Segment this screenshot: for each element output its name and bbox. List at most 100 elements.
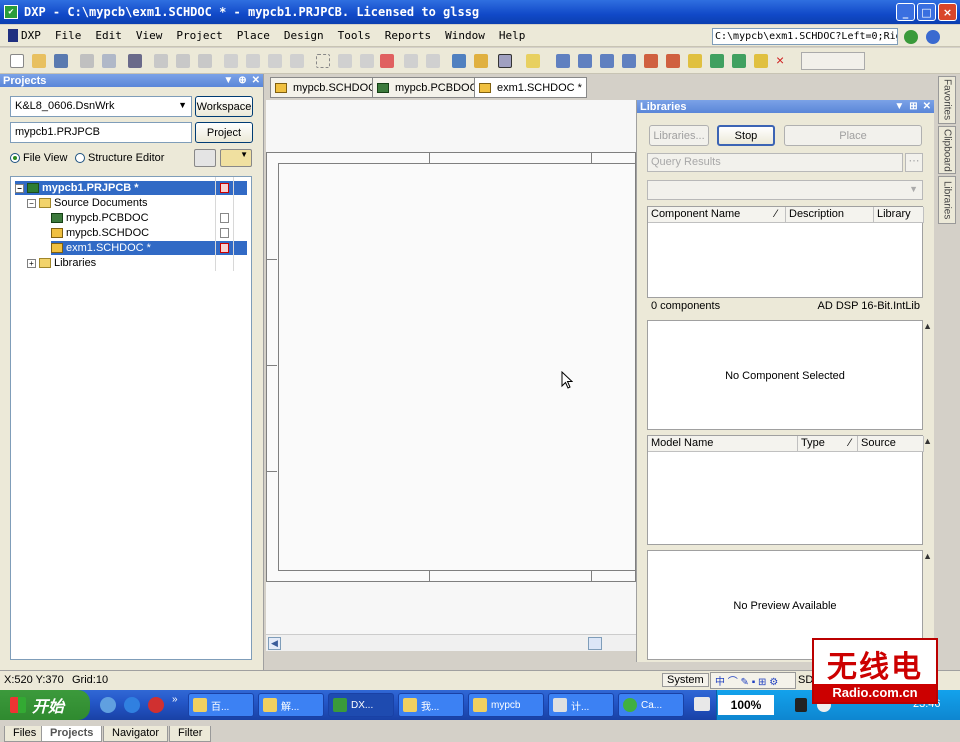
tab-clipboard[interactable]: Clipboard — [938, 126, 956, 174]
pin-icon[interactable]: ⊞ — [909, 101, 917, 112]
zoom-fit-icon[interactable] — [154, 54, 168, 68]
clear-filter-icon[interactable] — [380, 54, 394, 68]
menu-reports[interactable]: Reports — [378, 29, 438, 42]
ground-icon[interactable] — [644, 54, 658, 68]
menu-window[interactable]: Window — [438, 29, 492, 42]
bus-entry-icon[interactable] — [600, 54, 614, 68]
taskbar-button[interactable]: 百... — [188, 693, 254, 717]
taskbar-button[interactable]: 解... — [258, 693, 324, 717]
ime-bar[interactable]: 中 ⌒ ✎ ▪ ⊞ ⚙ — [710, 672, 796, 689]
query-results-field[interactable]: Query Results — [647, 153, 903, 172]
menu-tools[interactable]: Tools — [331, 29, 378, 42]
ie-icon[interactable] — [124, 697, 140, 713]
print-preview-icon[interactable] — [102, 54, 116, 68]
panel-menu-icon[interactable]: ▼ — [223, 75, 233, 86]
collapse-up-icon[interactable]: ▲ — [923, 436, 932, 446]
no-erc-icon[interactable]: × — [776, 53, 790, 68]
tab-exm1-schdoc[interactable]: exm1.SCHDOC * — [474, 77, 587, 98]
save-icon[interactable] — [54, 54, 68, 68]
tab-projects[interactable]: Projects — [41, 726, 103, 742]
tree-item-libraries[interactable]: + Libraries — [27, 256, 96, 270]
menu-dxp[interactable]: DXP — [0, 29, 48, 42]
tree-item-doc[interactable]: mypcb.PCBDOC — [51, 211, 149, 225]
sheet-symbol-icon[interactable] — [710, 54, 724, 68]
net-label-icon[interactable] — [622, 54, 636, 68]
collapse-up-icon[interactable]: ▲ — [923, 321, 932, 331]
print-icon[interactable] — [80, 54, 94, 68]
project-button[interactable]: Project — [195, 122, 253, 143]
back-icon[interactable] — [904, 30, 918, 44]
collapse-icon[interactable]: − — [27, 198, 36, 208]
horizontal-scrollbar[interactable]: ◀ — [266, 634, 636, 651]
structure-editor-radio[interactable]: Structure Editor — [75, 152, 164, 164]
taskbar-button[interactable]: Ca... — [618, 693, 684, 717]
tab-files[interactable]: Files — [4, 726, 46, 742]
panel-menu-icon[interactable]: ▼ — [894, 101, 904, 112]
place-button[interactable]: Place — [784, 125, 922, 146]
tab-mypcb-schdoc[interactable]: mypcb.SCHDOC — [270, 77, 382, 98]
layers-view-icon[interactable] — [194, 149, 216, 167]
tab-navigator[interactable]: Navigator — [103, 726, 169, 742]
tree-item-project[interactable]: − mypcb1.PRJPCB * — [15, 181, 247, 195]
undo-icon[interactable] — [404, 54, 418, 68]
open-icon[interactable] — [32, 54, 46, 68]
collapse-icon[interactable]: − — [15, 183, 24, 193]
wire-icon[interactable] — [556, 54, 570, 68]
quicklaunch-icon[interactable] — [100, 697, 116, 713]
menu-view[interactable]: View — [129, 29, 170, 42]
expand-icon[interactable]: + — [27, 258, 36, 268]
port-icon[interactable] — [754, 54, 768, 68]
column-type[interactable]: Type ⁄ — [798, 436, 858, 452]
file-view-radio[interactable]: File View — [10, 152, 67, 164]
hierarchy-icon[interactable] — [452, 54, 466, 68]
column-description[interactable]: Description — [786, 207, 874, 223]
maximize-button[interactable]: □ — [917, 3, 936, 21]
tray-icon[interactable] — [795, 698, 807, 712]
project-field[interactable]: mypcb1.PRJPCB — [10, 122, 192, 143]
tree-item-source-documents[interactable]: − Source Documents — [27, 196, 148, 210]
column-model-name[interactable]: Model Name — [648, 436, 798, 452]
panel-close-icon[interactable]: ✕ — [252, 75, 260, 86]
tree-item-doc[interactable]: exm1.SCHDOC * — [51, 241, 247, 255]
pin-icon[interactable]: ⊕ — [238, 75, 246, 86]
models-list[interactable]: Model Name Type ⁄ Source — [647, 435, 924, 545]
select-area-icon[interactable] — [316, 54, 330, 68]
close-button[interactable]: × — [938, 3, 957, 21]
zoom-area-icon[interactable] — [176, 54, 190, 68]
help-icon[interactable] — [526, 54, 540, 68]
start-button[interactable]: 开始 — [0, 690, 90, 720]
tree-item-doc[interactable]: mypcb.SCHDOC — [51, 226, 149, 240]
toolbar-combo[interactable] — [801, 52, 865, 70]
menu-design[interactable]: Design — [277, 29, 331, 42]
tab-favorites[interactable]: Favorites — [938, 76, 956, 124]
panel-close-icon[interactable]: ✕ — [923, 101, 931, 112]
sheet-entry-icon[interactable] — [732, 54, 746, 68]
part-icon[interactable] — [688, 54, 702, 68]
column-library[interactable]: Library — [874, 207, 924, 223]
forward-icon[interactable] — [926, 30, 940, 44]
minimize-button[interactable]: _ — [896, 3, 915, 21]
copy-icon[interactable] — [246, 54, 260, 68]
menu-project[interactable]: Project — [169, 29, 229, 42]
browse-icon[interactable] — [498, 54, 512, 68]
taskbar-button[interactable]: mypcb — [468, 693, 544, 717]
layers-icon[interactable] — [128, 54, 142, 68]
scroll-thumb[interactable] — [588, 637, 602, 650]
move-icon[interactable] — [338, 54, 352, 68]
schematic-canvas[interactable] — [266, 100, 638, 634]
menu-file[interactable]: File — [48, 29, 89, 42]
column-component-name[interactable]: Component Name ⁄ — [648, 207, 786, 223]
scroll-left-icon[interactable]: ◀ — [268, 637, 281, 650]
libraries-button[interactable]: Libraries... — [649, 125, 709, 146]
tab-libraries[interactable]: Libraries — [938, 176, 956, 224]
paste-icon[interactable] — [268, 54, 282, 68]
overflow-chevron-icon[interactable]: » — [172, 694, 178, 705]
workspace-button[interactable]: Workspace — [195, 96, 253, 117]
menu-place[interactable]: Place — [230, 29, 277, 42]
zoom-selection-icon[interactable] — [198, 54, 212, 68]
components-list[interactable]: Component Name ⁄ Description Library — [647, 206, 924, 298]
column-source[interactable]: Source — [858, 436, 924, 452]
document-path-field[interactable]: C:\mypcb\exm1.SCHDOC?Left=0;Rig — [712, 28, 898, 45]
menu-help[interactable]: Help — [492, 29, 533, 42]
bus-icon[interactable] — [578, 54, 592, 68]
